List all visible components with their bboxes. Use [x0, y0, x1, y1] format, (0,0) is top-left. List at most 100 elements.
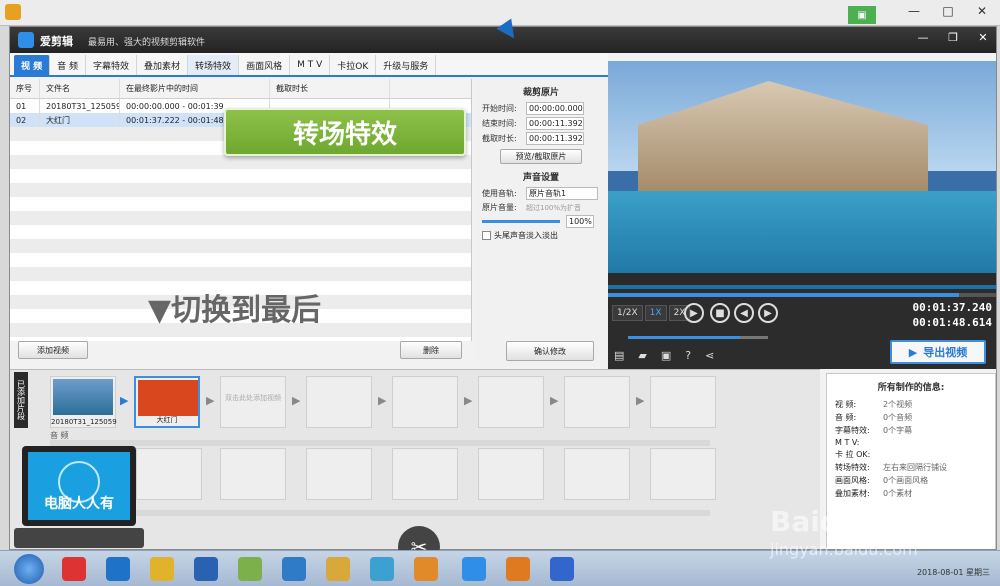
- empty-slot[interactable]: [220, 448, 286, 500]
- share-icon[interactable]: ⋖: [705, 349, 714, 362]
- speed-half[interactable]: 1/2X: [612, 305, 643, 321]
- restore-icon[interactable]: ❐: [946, 31, 960, 44]
- tab-karaoke[interactable]: 卡拉OK: [330, 55, 377, 75]
- track-label: 使用音轨:: [482, 189, 517, 198]
- player-volume-slider[interactable]: [628, 336, 768, 339]
- clip-2[interactable]: 大红门: [134, 376, 200, 428]
- duration-input[interactable]: 00:00:11.392: [526, 132, 584, 145]
- preview-crop-button[interactable]: 预览/截取原片: [500, 149, 582, 164]
- col-duration[interactable]: 截取时长: [270, 79, 390, 98]
- tab-picture-style[interactable]: 画面风格: [239, 55, 291, 75]
- export-icon: ▶: [908, 345, 918, 359]
- export-video-button[interactable]: ▶ 导出视频: [890, 340, 986, 364]
- video-preview[interactable]: [608, 61, 996, 295]
- col-index[interactable]: 序号: [10, 79, 40, 98]
- help-icon[interactable]: ?: [685, 349, 691, 362]
- empty-slot[interactable]: [650, 376, 716, 428]
- audio-track[interactable]: [50, 440, 710, 446]
- app-icon[interactable]: [550, 557, 574, 581]
- empty-slot[interactable]: [650, 448, 716, 500]
- empty-slot[interactable]: [306, 376, 372, 428]
- track-select[interactable]: 原片音轨1: [526, 187, 598, 200]
- info-key: 视 频:: [835, 400, 857, 409]
- switch-hint-text: ▼切换到最后: [148, 293, 322, 328]
- add-video-label: 添加视频: [37, 345, 69, 355]
- main-tabs: 视 频 音 频 字幕特效 叠加素材 转场特效 画面风格 M T V 卡拉OK 升…: [10, 53, 608, 77]
- app-icon[interactable]: [370, 557, 394, 581]
- info-key: 转场特效:: [835, 463, 870, 472]
- empty-slot[interactable]: [306, 448, 372, 500]
- app-icon[interactable]: [282, 557, 306, 581]
- info-value: 0个字幕: [883, 426, 913, 435]
- info-title: 所有制作的信息:: [877, 383, 945, 393]
- empty-slot[interactable]: [478, 376, 544, 428]
- col-time[interactable]: 在最终影片中的时间: [120, 79, 270, 98]
- folder-icon[interactable]: [326, 557, 350, 581]
- empty-slot[interactable]: [478, 448, 544, 500]
- outer-close-icon[interactable]: ✕: [972, 2, 992, 20]
- tab-upgrade[interactable]: 升级与服务: [376, 55, 437, 75]
- empty-slot[interactable]: [392, 376, 458, 428]
- outer-minimize-icon[interactable]: —: [904, 2, 924, 20]
- play-icon[interactable]: ▶: [684, 303, 704, 323]
- save-icon[interactable]: ▣: [661, 349, 671, 362]
- ie-icon[interactable]: [106, 557, 130, 581]
- start-button[interactable]: [14, 554, 44, 584]
- stop-icon[interactable]: ■: [710, 303, 730, 323]
- app-icon[interactable]: [194, 557, 218, 581]
- snapshot-icon[interactable]: ▤: [614, 349, 624, 362]
- volume-slider[interactable]: [482, 220, 560, 223]
- crop-panel: 裁剪原片 开始时间: 00:00:00.000 结束时间: 00:00:11.392…: [474, 79, 608, 367]
- empty-slot[interactable]: [564, 376, 630, 428]
- sound-title: 声音设置: [522, 173, 559, 183]
- clip-caption: 大红门: [156, 416, 178, 424]
- tab-video[interactable]: 视 频: [14, 55, 51, 75]
- tab-transitions[interactable]: 转场特效: [188, 55, 240, 75]
- start-time-input[interactable]: 00:00:00.000: [526, 102, 584, 115]
- tab-overlay[interactable]: 叠加素材: [137, 55, 189, 75]
- add-video-button[interactable]: 添加视频: [18, 341, 88, 359]
- col-filename[interactable]: 文件名: [40, 79, 120, 98]
- app-icon[interactable]: [506, 557, 530, 581]
- seek-bar[interactable]: [608, 293, 996, 297]
- volume-value[interactable]: 100%: [566, 215, 594, 228]
- open-folder-icon[interactable]: ▰: [638, 349, 646, 362]
- aijianji-taskbar-icon[interactable]: [462, 557, 486, 581]
- chrome-icon[interactable]: [150, 557, 174, 581]
- audio-track[interactable]: [50, 510, 710, 516]
- next-frame-icon[interactable]: ▶: [758, 303, 778, 323]
- info-key: 音 频:: [835, 413, 857, 422]
- delete-button[interactable]: 删除: [400, 341, 462, 359]
- minimize-icon[interactable]: —: [916, 31, 930, 44]
- app-icon[interactable]: [62, 557, 86, 581]
- app-logo-icon: [18, 32, 34, 48]
- tab-subtitle-effects[interactable]: 字幕特效: [86, 55, 138, 75]
- outer-maximize-icon[interactable]: □: [938, 2, 958, 20]
- empty-slot[interactable]: [136, 448, 202, 500]
- speed-1x[interactable]: 1X: [644, 305, 667, 321]
- clip-arrow-icon: ▶: [378, 394, 387, 407]
- empty-slot[interactable]: [564, 448, 630, 500]
- confirm-button[interactable]: 确认修改: [506, 341, 594, 361]
- crop-title: 裁剪原片: [522, 88, 559, 98]
- end-time-input[interactable]: 00:00:11.392: [526, 117, 584, 130]
- tab-mtv[interactable]: M T V: [290, 55, 331, 75]
- info-value: 2个视频: [883, 400, 913, 409]
- prev-frame-icon[interactable]: ◀: [734, 303, 754, 323]
- empty-slot[interactable]: [392, 448, 458, 500]
- app-icon[interactable]: [238, 557, 262, 581]
- clip-arrow-icon: ▶: [464, 394, 473, 407]
- close-icon[interactable]: ✕: [976, 31, 990, 44]
- fade-checkbox[interactable]: [482, 231, 491, 240]
- info-key: 字幕特效:: [835, 426, 870, 435]
- fade-label: 头尾声音淡入淡出: [494, 231, 558, 240]
- app-icon[interactable]: [414, 557, 438, 581]
- info-value: 0个画面风格: [883, 476, 929, 485]
- green-toolbar-button[interactable]: ▣: [848, 6, 876, 24]
- clip-1[interactable]: 20180T31_125059: [50, 376, 117, 428]
- tab-audio[interactable]: 音 频: [50, 55, 87, 75]
- info-key: 画面风格:: [835, 476, 870, 485]
- clip-arrow-icon: ▶: [550, 394, 559, 407]
- table-header: 序号 文件名 在最终影片中的时间 截取时长: [10, 79, 471, 99]
- add-clip-placeholder[interactable]: 双击此处添加视频: [220, 376, 286, 428]
